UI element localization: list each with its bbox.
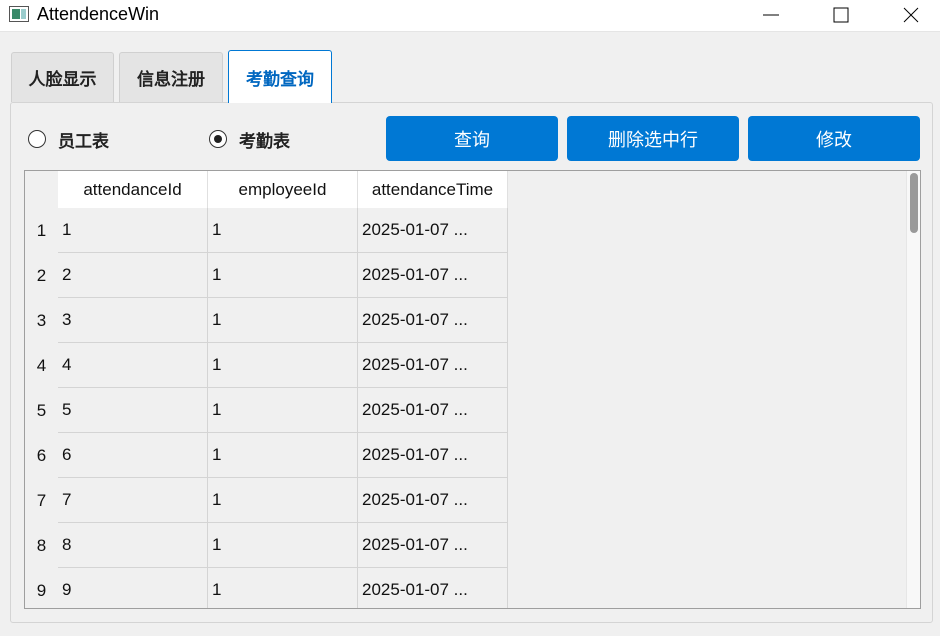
radio-label: 考勤表 [239,131,290,152]
minimize-button[interactable] [748,0,794,31]
table-cell-attendanceId[interactable]: 2 [58,253,208,298]
table-cell-employeeId[interactable]: 1 [208,433,358,478]
table-cell-employeeId[interactable]: 1 [208,208,358,253]
table-cell-attendanceId[interactable]: 7 [58,478,208,523]
table-cell-employeeId[interactable]: 1 [208,523,358,568]
radio-label: 员工表 [58,131,109,152]
table-cell-employeeId[interactable]: 1 [208,388,358,433]
column-header-attendanceTime[interactable]: attendanceTime [358,171,508,208]
radio-attendance-table[interactable]: 考勤表 [209,127,290,152]
table-cell-attendanceTime[interactable]: 2025-01-07 ... [358,478,508,523]
table-cell-attendanceTime[interactable]: 2025-01-07 ... [358,523,508,568]
tab-attendance-query[interactable]: 考勤查询 [228,50,332,103]
query-button[interactable]: 查询 [386,116,558,161]
table-cell-attendanceTime[interactable]: 2025-01-07 ... [358,208,508,253]
radio-unchecked-icon [28,130,46,148]
title-bar: AttendenceWin [0,0,940,32]
maximize-button[interactable] [818,0,864,31]
modify-button[interactable]: 修改 [748,116,920,161]
table-cell-attendanceTime[interactable]: 2025-01-07 ... [358,298,508,343]
column-header-attendanceId[interactable]: attendanceId [58,171,208,208]
table-cell-attendanceTime[interactable]: 2025-01-07 ... [358,343,508,388]
column-header-employeeId[interactable]: employeeId [208,171,358,208]
radio-employee-table[interactable]: 员工表 [28,127,109,152]
close-button[interactable] [888,0,934,31]
table-cell-employeeId[interactable]: 1 [208,568,358,608]
table-cell-employeeId[interactable]: 1 [208,478,358,523]
table-cell-employeeId[interactable]: 1 [208,253,358,298]
table-cell-attendanceId[interactable]: 5 [58,388,208,433]
table-cell-attendanceId[interactable]: 1 [58,208,208,253]
table-cell-attendanceId[interactable]: 9 [58,568,208,608]
window-title: AttendenceWin [37,4,160,24]
table-cell-employeeId[interactable]: 1 [208,343,358,388]
table-corner[interactable] [25,171,58,208]
minimize-icon [763,14,779,16]
row-header[interactable]: 6 [25,433,58,478]
table-cell-attendanceTime[interactable]: 2025-01-07 ... [358,568,508,608]
tab-face-display[interactable]: 人脸显示 [11,52,114,102]
row-header[interactable]: 3 [25,298,58,343]
vertical-scrollbar[interactable] [906,171,920,608]
table-cell-attendanceTime[interactable]: 2025-01-07 ... [358,433,508,478]
row-header[interactable]: 4 [25,343,58,388]
row-header[interactable]: 8 [25,523,58,568]
table-cell-attendanceId[interactable]: 8 [58,523,208,568]
close-icon [903,7,919,23]
app-window-icon [9,6,29,22]
row-header[interactable]: 2 [25,253,58,298]
table-cell-attendanceId[interactable]: 6 [58,433,208,478]
table-cell-attendanceId[interactable]: 4 [58,343,208,388]
row-header[interactable]: 7 [25,478,58,523]
maximize-icon [833,7,849,23]
row-header[interactable]: 1 [25,208,58,253]
attendance-table[interactable]: attendanceId employeeId attendanceTime 1… [24,170,921,609]
table-cell-attendanceTime[interactable]: 2025-01-07 ... [358,388,508,433]
delete-selected-button[interactable]: 删除选中行 [567,116,739,161]
radio-checked-icon [209,130,227,148]
scrollbar-thumb[interactable] [910,173,918,233]
row-header[interactable]: 5 [25,388,58,433]
row-header[interactable]: 9 [25,568,58,608]
tab-info-register[interactable]: 信息注册 [119,52,223,102]
table-cell-employeeId[interactable]: 1 [208,298,358,343]
table-cell-attendanceTime[interactable]: 2025-01-07 ... [358,253,508,298]
table-cell-attendanceId[interactable]: 3 [58,298,208,343]
